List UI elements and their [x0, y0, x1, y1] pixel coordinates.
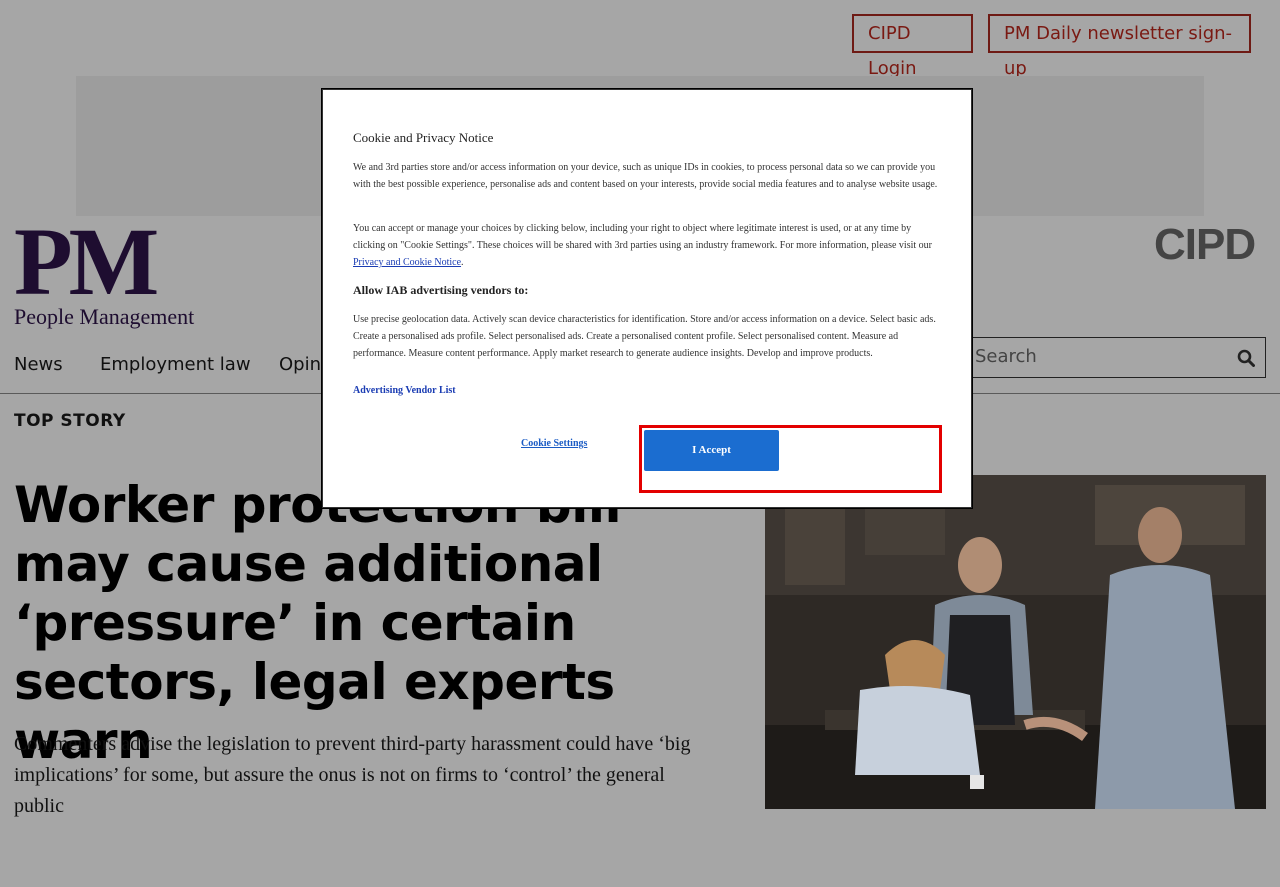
- cookie-dialog-text: We and 3rd parties store and/or access i…: [353, 162, 938, 190]
- search-input[interactable]: Search: [975, 346, 1037, 367]
- iab-vendors-heading: Allow IAB advertising vendors to:: [353, 283, 529, 297]
- cipd-login-button[interactable]: CIPD Login: [852, 14, 973, 79]
- iab-purposes-text: Use precise geolocation data. Actively s…: [353, 314, 936, 359]
- nav-item-employment-law[interactable]: Employment law: [100, 354, 251, 375]
- pm-logo[interactable]: PM People Management: [14, 212, 194, 332]
- cipd-logo[interactable]: CIPD: [1154, 220, 1256, 270]
- search-icon[interactable]: [1237, 349, 1255, 367]
- newsletter-signup-button[interactable]: PM Daily newsletter sign-up: [988, 14, 1251, 79]
- section-label: TOP STORY: [14, 411, 126, 431]
- article-standfirst: Commenters advise the legislation to pre…: [14, 733, 691, 817]
- article-headline[interactable]: Worker protection bill may cause additio…: [14, 476, 744, 771]
- accept-button-highlight: [639, 425, 942, 493]
- nav-item-opinion[interactable]: Opini: [279, 354, 326, 375]
- cookie-dialog-text-2-end: .: [461, 257, 464, 268]
- article-image[interactable]: [765, 475, 1266, 809]
- logo-subtitle: People Management: [14, 304, 195, 329]
- advertising-vendor-list-link[interactable]: Advertising Vendor List: [353, 385, 456, 396]
- cookie-settings-button[interactable]: Cookie Settings: [521, 438, 587, 449]
- cookie-dialog-text-2: You can accept or manage your choices by…: [353, 220, 943, 271]
- cookie-dialog-title: Cookie and Privacy Notice: [353, 130, 494, 145]
- logo-mark: PM: [14, 208, 159, 315]
- search-box[interactable]: Search: [962, 337, 1266, 378]
- cookie-dialog-text-2-lead: You can accept or manage your choices by…: [353, 223, 932, 251]
- privacy-notice-link[interactable]: Privacy and Cookie Notice: [353, 257, 461, 268]
- nav-item-news[interactable]: News: [14, 354, 63, 375]
